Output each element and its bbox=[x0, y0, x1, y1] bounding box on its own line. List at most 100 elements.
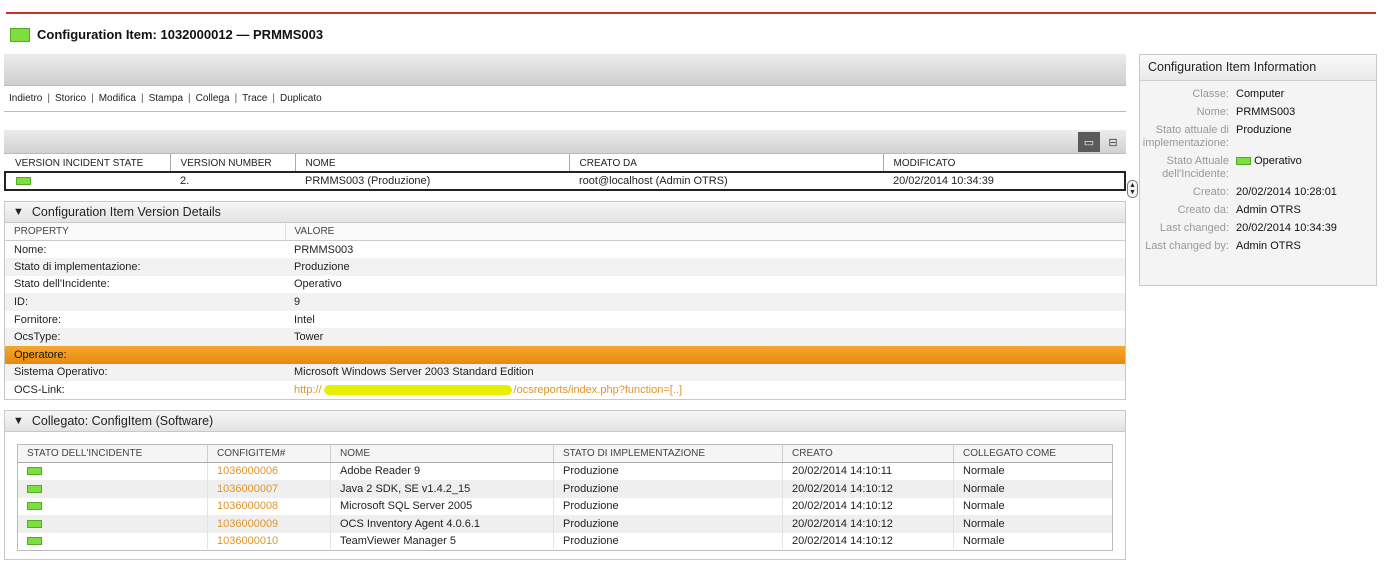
detail-property: Stato di implementazione: bbox=[5, 258, 285, 276]
incident-state-icon bbox=[16, 177, 31, 186]
software-creato: 20/02/2014 14:10:12 bbox=[782, 479, 954, 498]
incident-state-icon bbox=[27, 467, 42, 476]
action-trace[interactable]: Trace bbox=[242, 93, 267, 104]
info-list: Classe: Computer Nome: PRMMS003 Stato attu… bbox=[1140, 88, 1376, 253]
detail-value: Intel bbox=[294, 313, 315, 326]
collapsed-view-icon[interactable]: ▭ bbox=[1078, 132, 1100, 152]
col-configitem[interactable]: CONFIGITEM# bbox=[207, 444, 331, 463]
info-row-last-changed: Last changed: 20/02/2014 10:34:39 bbox=[1159, 222, 1337, 234]
info-row-creato-da: Creato da: Admin OTRS bbox=[1177, 204, 1301, 216]
version-table: VERSION INCIDENT STATE VERSION NUMBER NO… bbox=[4, 154, 1126, 191]
incident-state-value: Operativo bbox=[1254, 155, 1302, 167]
incident-state-icon bbox=[27, 520, 42, 529]
software-collegato-come: Normale bbox=[953, 515, 1113, 533]
linked-software-table: STATO DELL'INCIDENTE CONFIGITEM# NOME ST… bbox=[17, 443, 1113, 551]
version-nome: PRMMS003 (Produzione) bbox=[295, 171, 569, 191]
main-content: Indietro | Storico | Modifica | Stampa | Col… bbox=[4, 54, 1138, 560]
detail-property: ID: bbox=[5, 293, 285, 311]
action-edit[interactable]: Modifica bbox=[99, 93, 136, 104]
action-menu: Indietro | Storico | Modifica | Stampa | Col… bbox=[4, 86, 1126, 112]
detail-row-highlighted: Operatore: bbox=[5, 346, 1125, 364]
page-header: Configuration Item: 1032000012 — PRMMS00… bbox=[10, 27, 323, 42]
expanded-view-icon[interactable]: ⊟ bbox=[1102, 132, 1124, 152]
table-row[interactable]: 1036000006 Adobe Reader 9 Produzione 20/… bbox=[18, 462, 1113, 480]
software-stato: Produzione bbox=[553, 479, 783, 498]
table-row[interactable]: 1036000008 Microsoft SQL Server 2005 Pro… bbox=[18, 497, 1113, 516]
table-row[interactable]: 1036000009 OCS Inventory Agent 4.0.6.1 P… bbox=[17, 515, 1113, 533]
software-name: Adobe Reader 9 bbox=[330, 462, 554, 480]
action-print[interactable]: Stampa bbox=[149, 93, 183, 104]
detail-property: Nome: bbox=[14, 243, 47, 256]
version-details-widget: ▼ Configuration Item Version Details PRO… bbox=[4, 201, 1126, 400]
col-modificato[interactable]: MODIFICATO bbox=[882, 154, 1125, 173]
detail-value: Microsoft Windows Server 2003 Standard E… bbox=[285, 363, 1125, 382]
info-row-stato-incidente: Stato Attuale dell'Incidente: Operativo bbox=[1162, 155, 1302, 180]
col-nome[interactable]: NOME bbox=[330, 444, 554, 463]
detail-value: Tower bbox=[285, 328, 1125, 347]
software-collegato-come: Normale bbox=[953, 532, 1113, 551]
col-version-number[interactable]: VERSION NUMBER bbox=[169, 154, 295, 173]
software-stato: Produzione bbox=[553, 515, 783, 533]
col-nome[interactable]: NOME bbox=[294, 154, 569, 173]
configitem-link[interactable]: 1036000009 bbox=[207, 515, 331, 533]
col-version-incident-state[interactable]: VERSION INCIDENT STATE bbox=[5, 154, 170, 173]
software-creato: 20/02/2014 14:10:11 bbox=[782, 462, 954, 480]
info-sidebar: Configuration Item Information Classe: Co… bbox=[1139, 54, 1377, 286]
detail-row: OCS-Link: http:// /ocsreports/index.php?f… bbox=[5, 381, 1125, 399]
col-stato-implementazione[interactable]: STATO DI IMPLEMENTAZIONE bbox=[553, 444, 783, 463]
col-collegato-come[interactable]: COLLEGATO COME bbox=[953, 444, 1113, 463]
configitem-link[interactable]: 1036000008 bbox=[207, 497, 331, 516]
version-row[interactable]: 2. PRMMS003 (Produzione) root@localhost … bbox=[4, 171, 1126, 191]
table-row[interactable]: 1036000007 Java 2 SDK, SE v1.4.2_15 Prod… bbox=[17, 479, 1113, 498]
ocs-link[interactable]: http:// /ocsreports/index.php?function=[.… bbox=[285, 381, 1125, 399]
detail-row: Fornitore: Intel bbox=[5, 311, 1125, 329]
incident-state-icon bbox=[27, 484, 42, 493]
detail-value: 9 bbox=[285, 293, 1125, 311]
version-modificato: 20/02/2014 10:34:39 bbox=[883, 171, 1126, 191]
info-row-last-changed-by: Last changed by: Admin OTRS bbox=[1145, 240, 1301, 252]
col-valore: VALORE bbox=[284, 223, 1125, 241]
detail-row: ID: 9 bbox=[5, 293, 1125, 311]
detail-property: OcsType: bbox=[5, 328, 285, 347]
col-creato[interactable]: CREATO bbox=[782, 444, 954, 463]
detail-property: Stato dell'Incidente: bbox=[14, 278, 110, 291]
col-property: PROPERTY bbox=[5, 223, 285, 241]
configitem-link[interactable]: 1036000007 bbox=[207, 479, 331, 498]
action-duplicate[interactable]: Duplicato bbox=[280, 93, 322, 104]
ocs-link-suffix[interactable]: /ocsreports/index.php?function=[..] bbox=[514, 384, 682, 396]
detail-row: OcsType: Tower bbox=[5, 328, 1125, 347]
top-accent-line bbox=[6, 12, 1376, 14]
col-stato-incidente[interactable]: STATO DELL'INCIDENTE bbox=[17, 444, 208, 463]
info-row-creato: Creato: 20/02/2014 10:28:01 bbox=[1192, 186, 1337, 198]
configitem-link[interactable]: 1036000006 bbox=[207, 462, 331, 480]
software-name: TeamViewer Manager 5 bbox=[330, 532, 554, 551]
table-row[interactable]: 1036000010 TeamViewer Manager 5 Produzio… bbox=[18, 532, 1113, 551]
detail-property: OCS-Link: bbox=[14, 384, 65, 397]
collapse-toggle-icon[interactable]: ▼ bbox=[13, 206, 24, 218]
software-stato: Produzione bbox=[553, 462, 783, 480]
version-details-header[interactable]: ▼ Configuration Item Version Details bbox=[5, 202, 1125, 223]
ocs-link-prefix[interactable]: http:// bbox=[294, 384, 322, 396]
detail-row: Stato di implementazione: Produzione bbox=[5, 258, 1125, 276]
scroll-stepper[interactable]: ▲ ▼ bbox=[1127, 180, 1138, 198]
configitem-link[interactable]: 1036000010 bbox=[207, 532, 331, 551]
software-collegato-come: Normale bbox=[953, 462, 1113, 480]
software-creato: 20/02/2014 14:10:12 bbox=[782, 497, 954, 516]
software-name: OCS Inventory Agent 4.0.6.1 bbox=[330, 515, 554, 533]
status-indicator-icon bbox=[10, 27, 30, 42]
col-creato-da[interactable]: CREATO DA bbox=[568, 154, 883, 173]
action-back[interactable]: Indietro bbox=[9, 93, 42, 104]
software-creato: 20/02/2014 14:10:12 bbox=[782, 532, 954, 551]
software-stato: Produzione bbox=[553, 497, 783, 516]
software-name: Microsoft SQL Server 2005 bbox=[330, 497, 554, 516]
action-history[interactable]: Storico bbox=[55, 93, 86, 104]
detail-property: Sistema Operativo: bbox=[5, 363, 285, 382]
linked-software-header[interactable]: ▼ Collegato: ConfigItem (Software) bbox=[5, 410, 1125, 432]
info-row-stato-implementazione: Stato attuale di implementazione: Produzi… bbox=[1142, 124, 1292, 149]
version-number: 2. bbox=[170, 171, 295, 191]
action-link[interactable]: Collega bbox=[196, 93, 230, 104]
version-details-table: PROPERTY VALORE Nome: PRMMS003 Stato di i… bbox=[5, 223, 1125, 399]
version-list: VERSION INCIDENT STATE VERSION NUMBER NO… bbox=[4, 154, 1138, 198]
collapse-toggle-icon[interactable]: ▼ bbox=[13, 415, 24, 427]
incident-state-icon bbox=[27, 537, 42, 546]
